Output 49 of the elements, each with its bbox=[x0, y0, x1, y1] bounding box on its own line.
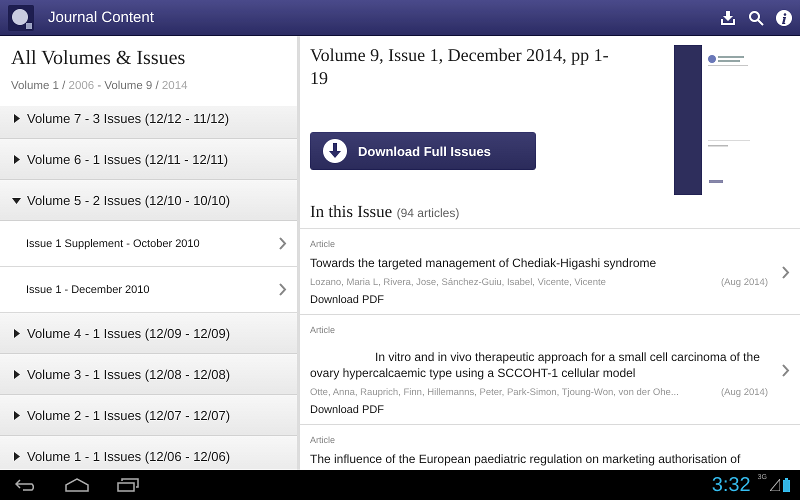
signal-icon bbox=[770, 479, 780, 491]
issue-title: Volume 9, Issue 1, December 2014, pp 1-19 bbox=[310, 44, 610, 90]
caret-right-icon bbox=[12, 114, 21, 122]
volume-row[interactable]: Volume 2 - 1 Issues (12/07 - 12/07) bbox=[0, 395, 297, 436]
article-type: Article bbox=[310, 325, 336, 335]
caret-down-icon bbox=[12, 196, 21, 204]
sidebar-title: All Volumes & Issues bbox=[11, 47, 186, 70]
article-type: Article bbox=[310, 435, 336, 445]
article-title: In vitro and in vivo therapeutic approach for a small cell carcinoma of the ovary hypercalcaemic type using a SCCOHT-1 cellular model bbox=[310, 349, 761, 381]
article-count: (94 articles) bbox=[396, 206, 460, 220]
chevron-right-icon bbox=[782, 266, 790, 279]
app-title: Journal Content bbox=[48, 9, 154, 26]
search-icon[interactable] bbox=[748, 10, 764, 26]
caret-right-icon bbox=[12, 154, 21, 164]
battery-icon bbox=[783, 478, 790, 492]
home-icon[interactable] bbox=[65, 478, 89, 492]
download-icon bbox=[322, 138, 348, 164]
caret-right-icon bbox=[12, 370, 21, 378]
download-pdf-link[interactable]: Download PDF bbox=[310, 294, 768, 306]
recent-apps-icon[interactable] bbox=[117, 478, 139, 492]
article-authors: Otte, Anna, Rauprich, Finn, Hillemanns, Peter, Park-Simon, Tjoung-Won, von der Ohe... bbox=[310, 387, 679, 398]
section-title: In this Issue bbox=[310, 202, 392, 221]
volume-row[interactable]: Volume 7 - 3 Issues (12/12 - 11/12) bbox=[0, 106, 297, 139]
article-date: (Aug 2014) bbox=[720, 387, 768, 398]
chevron-right-icon bbox=[782, 364, 790, 377]
article-row[interactable]: Article Towards the targeted management of Chediak-Higashi syndrome Lozano, Maria L, Rivera, Jose, Sánchez-Guiu, Isabel, Vicente, Vicente (Aug 2014) Download PDF bbox=[300, 229, 800, 315]
caret-right-icon bbox=[12, 328, 21, 338]
chevron-right-icon bbox=[279, 237, 287, 250]
chevron-right-icon bbox=[279, 283, 287, 296]
volume-row[interactable]: Volume 6 - 1 Issues (12/11 - 12/11) bbox=[0, 139, 297, 180]
clock: 3:32 bbox=[712, 474, 751, 496]
article-authors: Lozano, Maria L, Rivera, Jose, Sánchez-Guiu, Isabel, Vicente, Vicente bbox=[310, 277, 606, 288]
article-title: Towards the targeted management of Chediak-Higashi syndrome bbox=[310, 255, 658, 271]
article-title: The influence of the European paediatric regulation on marketing authorisation of bbox=[310, 451, 742, 467]
download-full-issues-button[interactable]: Download Full Issues bbox=[310, 132, 536, 170]
caret-right-icon bbox=[12, 452, 21, 460]
info-icon[interactable] bbox=[776, 10, 792, 26]
volume-row[interactable]: Volume 1 - 1 Issues (12/06 - 12/06) bbox=[0, 436, 297, 470]
download-pdf-link[interactable]: Download PDF bbox=[310, 404, 768, 416]
volume-row[interactable]: Volume 5 - 2 Issues (12/10 - 10/10) bbox=[0, 180, 297, 221]
download-icon[interactable] bbox=[720, 10, 736, 26]
volume-range: Volume 1 / 2006 - Volume 9 / 2014 bbox=[11, 80, 188, 92]
article-type: Article bbox=[310, 239, 336, 249]
caret-right-icon bbox=[12, 410, 21, 420]
volume-row[interactable]: Volume 3 - 1 Issues (12/08 - 12/08) bbox=[0, 354, 297, 395]
volume-row[interactable]: Volume 4 - 1 Issues (12/09 - 12/09) bbox=[0, 313, 297, 354]
back-icon[interactable] bbox=[15, 479, 37, 491]
app-logo-icon[interactable] bbox=[8, 4, 34, 30]
article-date: (Aug 2014) bbox=[720, 277, 768, 288]
